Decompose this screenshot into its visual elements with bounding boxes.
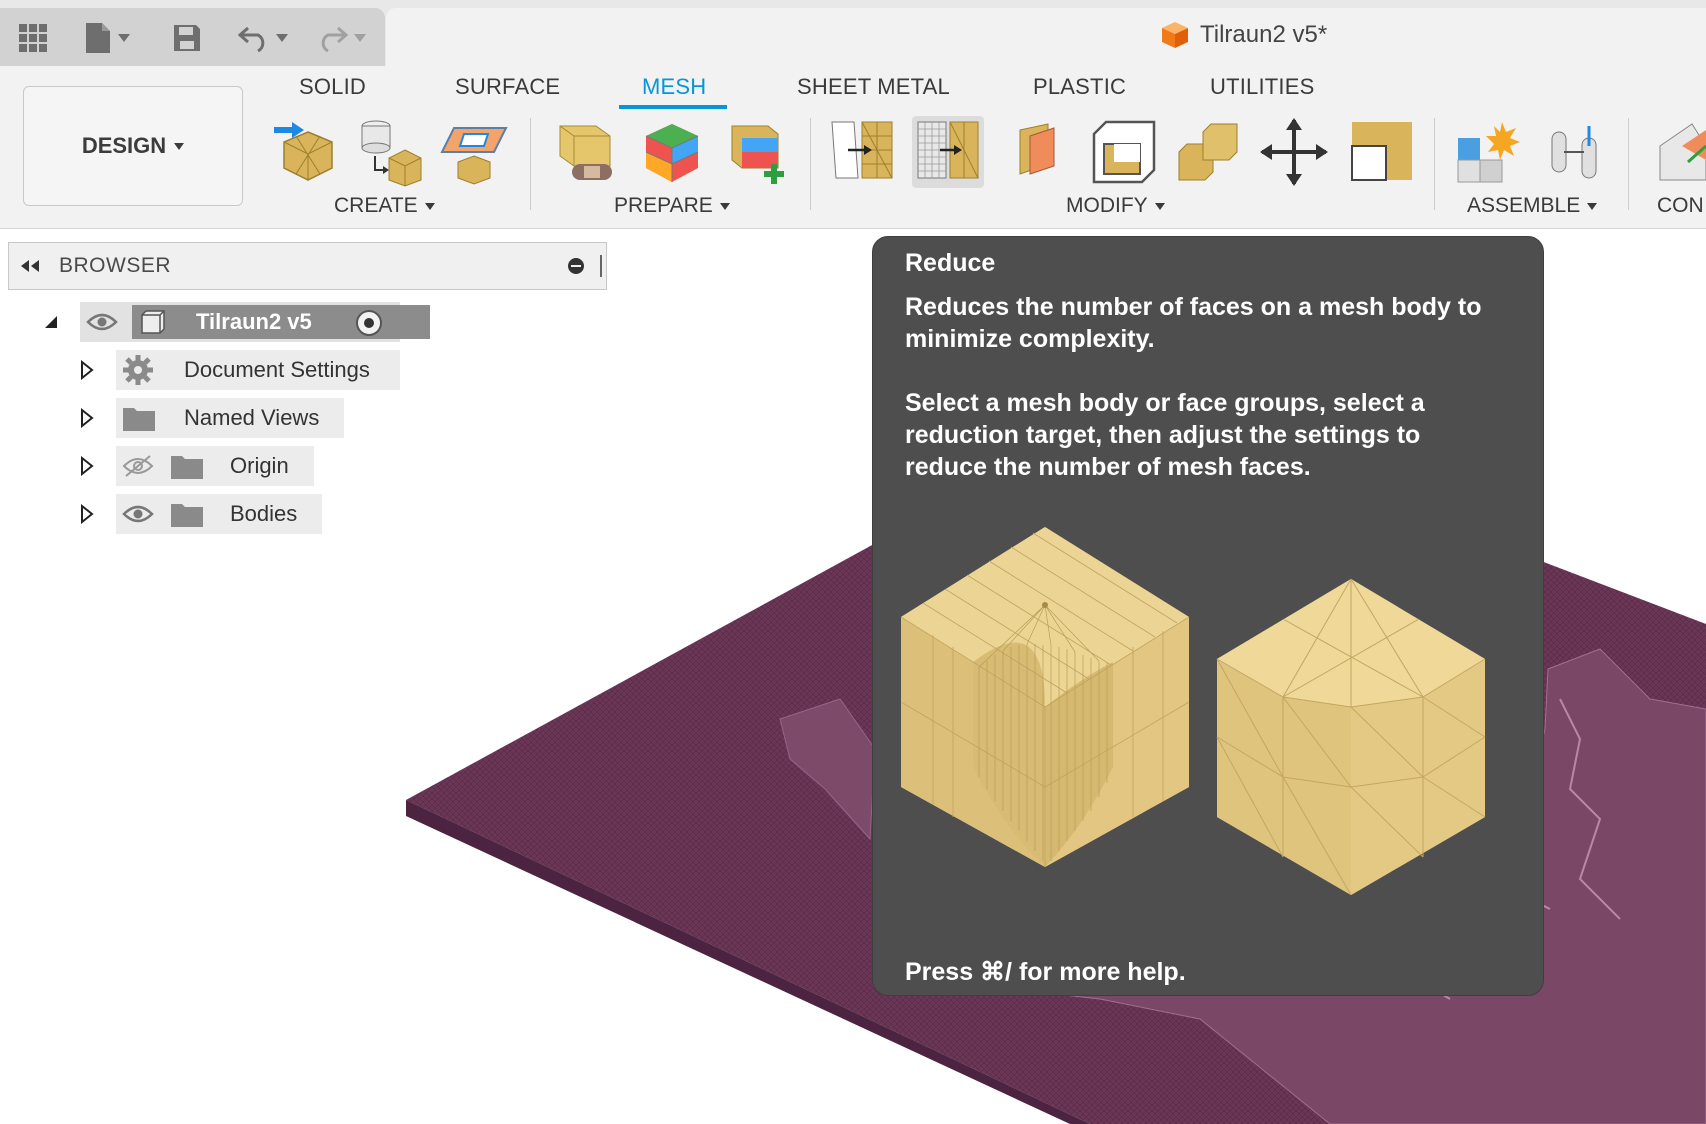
tree-item-named-views[interactable]: Named Views xyxy=(116,398,344,438)
expand-arrow-icon[interactable] xyxy=(80,408,94,428)
document-title: Tilraun2 v5* xyxy=(1160,20,1327,50)
save-button[interactable] xyxy=(172,20,202,56)
undo-button[interactable] xyxy=(238,20,288,56)
tree-item-label: Named Views xyxy=(184,405,320,430)
minimize-icon[interactable] xyxy=(568,258,584,274)
tooltip-instructions: Select a mesh body or face groups, selec… xyxy=(905,389,1425,481)
expand-arrow-icon[interactable] xyxy=(80,360,94,380)
tab-sheet-metal[interactable]: SHEET METAL xyxy=(797,74,950,100)
active-tab-indicator xyxy=(619,105,727,109)
reduce-icon[interactable] xyxy=(912,116,984,188)
plane-cut-icon[interactable] xyxy=(1000,116,1072,188)
group-divider xyxy=(530,118,531,210)
reduce-illustration xyxy=(900,527,1486,896)
tree-item-document-settings[interactable]: Document Settings xyxy=(116,350,400,390)
chevron-down-icon xyxy=(719,202,730,210)
document-tab[interactable] xyxy=(386,8,1706,66)
chevron-down-icon xyxy=(1587,202,1598,210)
modify-group-menu[interactable]: MODIFY xyxy=(1066,194,1165,218)
tree-item-label: Bodies xyxy=(230,501,298,526)
remesh-icon[interactable] xyxy=(828,116,900,188)
construct-group-label: CON xyxy=(1657,194,1704,217)
tooltip-description: Reduces the number of faces on a mesh bo… xyxy=(905,293,1482,353)
tree-item-label: Document Settings xyxy=(184,357,370,382)
tree-item-origin[interactable]: Origin xyxy=(116,446,314,486)
toolbar-ribbon: DESIGN SOLID SURFACE MESH SHEET METAL PL… xyxy=(0,66,1706,229)
chevron-down-icon xyxy=(424,202,435,210)
design-doc-icon xyxy=(1162,22,1188,48)
redo-button[interactable] xyxy=(316,20,366,56)
app-grid-icon xyxy=(19,24,47,52)
create-group-menu[interactable]: CREATE xyxy=(334,194,435,218)
modify-group-label: MODIFY xyxy=(1066,194,1148,217)
tessellate-icon[interactable] xyxy=(355,116,427,188)
eye-icon[interactable] xyxy=(122,503,154,525)
joint-icon[interactable] xyxy=(1540,116,1612,188)
offset-plane-icon[interactable] xyxy=(1652,116,1706,188)
move-copy-icon[interactable] xyxy=(1258,116,1330,188)
workspace-switcher-button[interactable]: DESIGN xyxy=(23,86,243,206)
combine-icon[interactable] xyxy=(1173,116,1245,188)
construct-group-menu[interactable]: CON xyxy=(1657,194,1704,218)
app-grid-button[interactable] xyxy=(18,20,48,56)
tooltip-help-hint: Press ⌘/ for more help. xyxy=(905,958,1186,986)
activate-radio-icon[interactable] xyxy=(355,309,383,337)
component-icon xyxy=(141,310,165,334)
active-component-label[interactable]: Tilraun2 v5 xyxy=(132,305,430,339)
chevron-down-icon xyxy=(1154,202,1165,210)
tree-item-bodies[interactable]: Bodies xyxy=(116,494,322,534)
root-component-name: Tilraun2 v5 xyxy=(196,309,312,334)
reduced-mesh-illustration xyxy=(1216,578,1486,896)
collapse-panel-icon[interactable] xyxy=(19,259,41,273)
chevron-down-icon xyxy=(174,142,185,150)
tab-surface[interactable]: SURFACE xyxy=(455,74,560,100)
eye-hidden-icon[interactable] xyxy=(122,454,154,478)
shell-icon[interactable] xyxy=(1088,116,1160,188)
tab-mesh[interactable]: MESH xyxy=(642,74,706,100)
repair-mesh-icon[interactable] xyxy=(548,116,620,188)
assemble-group-menu[interactable]: ASSEMBLE xyxy=(1467,194,1598,218)
workspace-label: DESIGN xyxy=(81,133,167,158)
group-divider xyxy=(1628,118,1629,210)
folder-icon xyxy=(171,456,203,479)
browser-title: BROWSER xyxy=(59,254,172,277)
create-group-label: CREATE xyxy=(334,194,418,217)
insert-mesh-icon[interactable] xyxy=(272,116,344,188)
save-icon xyxy=(174,25,200,51)
prepare-group-label: PREPARE xyxy=(614,194,713,217)
new-component-icon[interactable] xyxy=(1452,116,1524,188)
group-divider xyxy=(1434,118,1435,210)
tab-solid[interactable]: SOLID xyxy=(299,74,366,100)
collapse-tree-icon[interactable] xyxy=(43,314,59,330)
folder-icon xyxy=(123,408,155,431)
panel-resize-handle[interactable] xyxy=(600,255,602,277)
file-menu-button[interactable] xyxy=(84,20,130,56)
gear-icon xyxy=(123,355,153,385)
tooltip-title: Reduce xyxy=(905,249,996,277)
assemble-group-label: ASSEMBLE xyxy=(1467,194,1581,217)
reduce-tooltip: Reduce Reduces the number of faces on a … xyxy=(872,236,1544,996)
tab-plastic[interactable]: PLASTIC xyxy=(1033,74,1126,100)
create-face-group-icon[interactable] xyxy=(440,116,512,188)
dense-mesh-illustration xyxy=(900,527,1190,867)
group-divider xyxy=(810,118,811,210)
expand-arrow-icon[interactable] xyxy=(80,504,94,524)
eye-icon[interactable] xyxy=(86,311,118,333)
title-bar: Tilraun2 v5* xyxy=(0,0,1706,66)
file-icon xyxy=(86,23,110,53)
redo-icon xyxy=(321,26,348,52)
combine-face-groups-icon[interactable] xyxy=(720,116,792,188)
expand-arrow-icon[interactable] xyxy=(80,456,94,476)
generate-face-groups-icon[interactable] xyxy=(636,116,708,188)
tab-utilities[interactable]: UTILITIES xyxy=(1210,74,1315,100)
scale-icon[interactable] xyxy=(1348,116,1420,188)
browser-panel-header: BROWSER xyxy=(8,242,607,290)
document-title-text: Tilraun2 v5* xyxy=(1200,21,1328,48)
quick-access-toolbar xyxy=(0,8,385,66)
tree-root-row[interactable]: Tilraun2 v5 xyxy=(80,302,430,342)
folder-icon xyxy=(171,504,203,527)
prepare-group-menu[interactable]: PREPARE xyxy=(614,194,730,218)
undo-icon xyxy=(238,26,265,52)
tree-item-label: Origin xyxy=(230,453,289,478)
